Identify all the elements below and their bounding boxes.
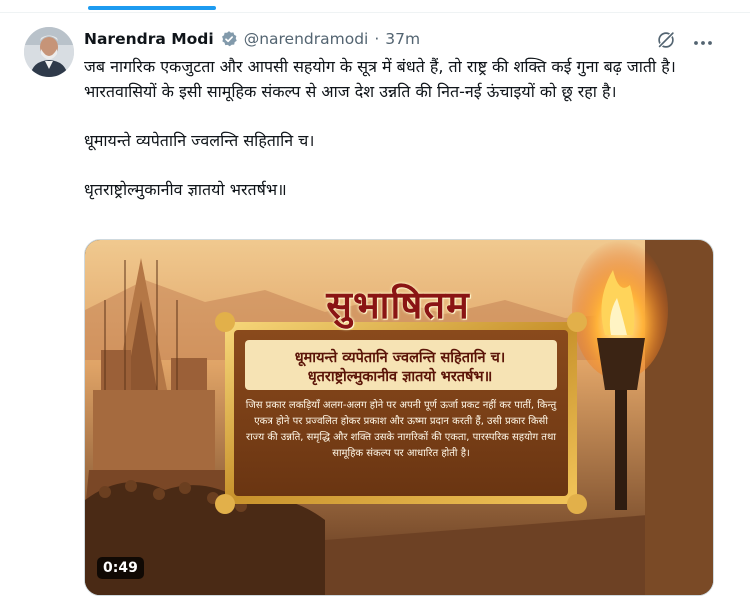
video-duration: 0:49: [97, 557, 144, 579]
video-verse-line: धृतराष्ट्रोल्मुकानीव ज्ञातयो भरतर्षभ॥: [307, 368, 493, 385]
tweet-verse-line: धूमायन्ते व्यपेतानि ज्वलन्ति सहितानि च।: [84, 131, 315, 150]
video-verse: धूमायन्ते व्यपेतानि ज्वलन्ति सहितानि च। …: [250, 348, 550, 386]
tweet-paragraph: जब नागरिक एकजुटता और आपसी सहयोग के सूत्र…: [84, 57, 676, 101]
header-separator: ·: [374, 30, 380, 48]
post-time[interactable]: 37m: [385, 30, 420, 48]
author-handle[interactable]: @narendramodi: [244, 30, 369, 48]
top-tab-bar: [0, 0, 750, 13]
author-name[interactable]: Narendra Modi: [84, 30, 214, 48]
more-options-icon[interactable]: [692, 34, 714, 46]
video-meaning-text: जिस प्रकार लकड़ियाँ अलग-अलग होने पर अपनी…: [245, 400, 557, 459]
video-title: सुभाषितम: [326, 282, 470, 327]
video-media[interactable]: सुभाषितम धूमायन्ते व्यपेतानि ज्वलन्ति सह…: [84, 239, 714, 596]
tweet-header: Narendra Modi @narendramodi · 37m: [84, 28, 644, 50]
grok-icon[interactable]: [655, 29, 677, 51]
verified-badge-icon: [220, 30, 238, 48]
tweet-text: जब नागरिक एकजुटता और आपसी सहयोग के सूत्र…: [84, 54, 714, 202]
video-verse-line: धूमायन्ते व्यपेतानि ज्वलन्ति सहितानि च।: [294, 349, 506, 366]
tweet-verse-line: धृतराष्ट्रोल्मुकानीव ज्ञातयो भरतर्षभ॥: [84, 180, 287, 199]
avatar[interactable]: [24, 27, 74, 77]
active-tab-indicator: [88, 6, 216, 10]
